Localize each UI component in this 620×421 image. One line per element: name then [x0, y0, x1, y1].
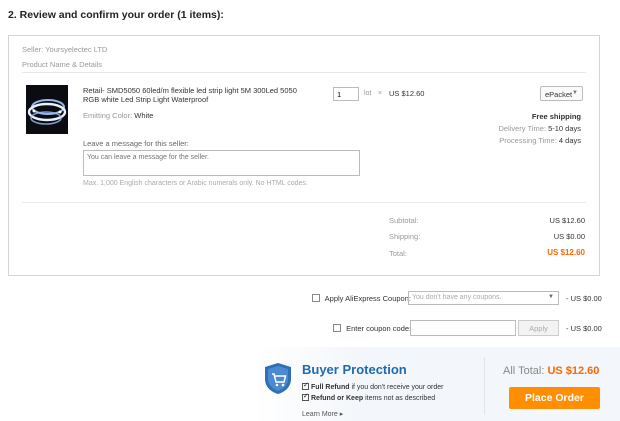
all-total: All Total: US $12.60: [503, 365, 599, 377]
coupon-code-row: Enter coupon code:: [333, 324, 411, 333]
processing-time: Processing Time: 4 days: [499, 136, 581, 145]
unit-label: lot: [364, 90, 372, 97]
shipping-method-value: ePacket: [545, 90, 573, 99]
quantity-input[interactable]: [333, 87, 359, 101]
product-header: Product Name & Details: [22, 60, 103, 69]
buyer-protection-title: Buyer Protection: [302, 362, 407, 377]
refund-keep-bold: Refund or Keep: [311, 395, 364, 402]
total-label: Total:: [389, 249, 407, 258]
refund-keep-text: items not as described: [363, 395, 436, 402]
total-value: US $12.60: [547, 248, 585, 257]
section-title: 2. Review and confirm your order (1 item…: [8, 9, 224, 21]
aliexpress-coupon-row: Apply AliExpress Coupon:: [312, 294, 411, 303]
check-icon: [302, 392, 309, 401]
coupon-code-value: - US $0.00: [566, 324, 602, 333]
aliexpress-coupon-value: - US $0.00: [566, 294, 602, 303]
full-refund-line: Full Refund if you don't receive your or…: [302, 381, 444, 391]
aliexpress-coupon-label[interactable]: Apply AliExpress Coupon:: [325, 294, 411, 303]
coupon-code-checkbox[interactable]: [333, 324, 341, 332]
check-icon: [302, 381, 309, 390]
aliexpress-coupon-checkbox[interactable]: [312, 294, 320, 302]
shipping-label: Shipping:: [389, 232, 421, 241]
arrow-right-icon: ▸: [339, 411, 344, 418]
emitting-color: Emitting Color: White: [83, 111, 153, 120]
coupon-select[interactable]: You don't have any coupons. ▼: [408, 291, 559, 305]
product-title-link[interactable]: Retail- SMD5050 60led/m flexible led str…: [83, 86, 303, 104]
apply-button[interactable]: Apply: [518, 320, 559, 336]
free-shipping: Free shipping: [531, 112, 581, 121]
processing-value: 4 days: [558, 136, 581, 145]
subtotal-label: Subtotal:: [389, 216, 419, 225]
subtotal-value: US $12.60: [549, 216, 585, 225]
seller-name: Seller: Yoursyelectec LTD: [22, 45, 108, 54]
coupon-code-label[interactable]: Enter coupon code:: [346, 324, 411, 333]
all-total-label: All Total:: [503, 365, 545, 377]
chevron-down-icon: ▼: [572, 90, 578, 96]
all-total-value: US $12.60: [547, 365, 600, 377]
product-thumbnail[interactable]: [26, 85, 68, 134]
full-refund-bold: Full Refund: [311, 384, 350, 391]
delivery-time: Delivery Time: 5-10 days: [498, 124, 581, 133]
learn-more-link[interactable]: Learn More ▸: [302, 410, 343, 418]
delivery-value: 5-10 days: [548, 124, 581, 133]
seller-message-input[interactable]: [83, 150, 360, 176]
color-value: White: [134, 111, 154, 120]
chevron-down-icon: ▼: [548, 294, 554, 300]
coupon-select-value: You don't have any coupons.: [412, 294, 502, 301]
delivery-label: Delivery Time:: [498, 124, 546, 133]
message-note: Max. 1,000 English characters or Arabic …: [83, 180, 308, 187]
summary-divider: [22, 202, 586, 203]
place-order-button[interactable]: Place Order: [509, 387, 600, 409]
processing-label: Processing Time:: [499, 136, 557, 145]
message-label: Leave a message for this seller:: [83, 139, 189, 148]
shield-cart-icon: [265, 363, 291, 394]
header-divider: [22, 72, 586, 73]
checkout-divider: [484, 357, 485, 415]
learn-more-text: Learn More: [302, 411, 338, 418]
order-card: Seller: Yoursyelectec LTD Product Name &…: [8, 35, 600, 276]
color-label: Emitting Color:: [83, 111, 133, 120]
shipping-method-select[interactable]: ePacket ▼: [540, 86, 583, 101]
coupon-code-input[interactable]: [410, 320, 516, 336]
multiply-sign: ×: [378, 90, 383, 97]
shipping-value: US $0.00: [553, 232, 585, 241]
unit-price: US $12.60: [389, 89, 425, 98]
full-refund-text: if you don't receive your order: [349, 384, 444, 391]
refund-keep-line: Refund or Keep items not as described: [302, 392, 436, 402]
